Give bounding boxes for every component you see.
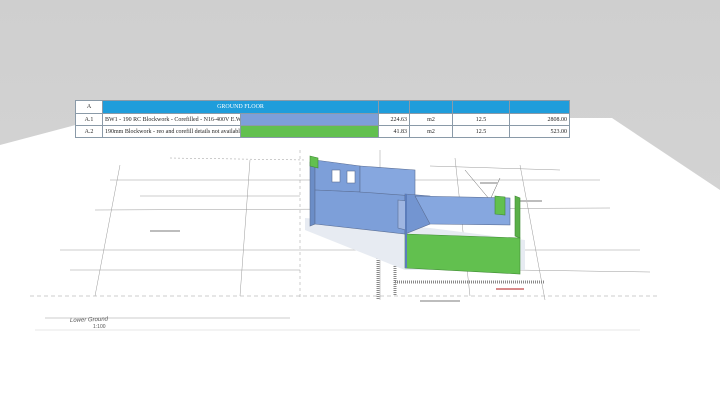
- window-opening: [346, 170, 356, 184]
- row-color-swatch: [240, 113, 379, 126]
- table-row[interactable]: A.2 190mm Blockwork - reo and corefill d…: [75, 125, 570, 138]
- table-header-row: A GROUND FLOOR: [75, 100, 570, 114]
- header-cell: [378, 100, 410, 114]
- row-total: 2808.00: [509, 113, 570, 126]
- row-quantity: 41.83: [378, 125, 410, 138]
- wall-green-small: [309, 155, 319, 169]
- row-description: BW1 - 190 RC Blockwork - Corefilled - N1…: [102, 113, 241, 126]
- model-scene[interactable]: [0, 0, 720, 405]
- header-cell: [409, 100, 453, 114]
- header-title: GROUND FLOOR: [102, 100, 379, 114]
- drawing-sheet-plane: [0, 118, 720, 405]
- row-total: 523.00: [509, 125, 570, 138]
- table-row[interactable]: A.1 BW1 - 190 RC Blockwork - Corefilled …: [75, 113, 570, 126]
- row-quantity: 224.63: [378, 113, 410, 126]
- wall-blue-left-face: [309, 159, 316, 227]
- row-code: A.2: [75, 125, 103, 138]
- wall-cut-edge: [405, 194, 407, 268]
- row-rate: 12.5: [452, 125, 510, 138]
- door-opening: [397, 199, 407, 231]
- window-opening: [331, 169, 341, 183]
- wall-green-pier: [494, 195, 506, 216]
- 3d-viewport[interactable]: A GROUND FLOOR A.1 BW1 - 190 RC Blockwor…: [0, 0, 720, 405]
- row-rate: 12.5: [452, 113, 510, 126]
- wall-green-front: [404, 233, 521, 275]
- header-cell: [452, 100, 510, 114]
- row-code: A.1: [75, 113, 103, 126]
- header-cell: [509, 100, 570, 114]
- row-unit: m2: [409, 125, 453, 138]
- row-description: 190mm Blockwork - reo and corefill detai…: [102, 125, 241, 138]
- row-color-swatch: [240, 125, 379, 138]
- header-code: A: [75, 100, 103, 114]
- wall-green-right-side: [514, 195, 521, 239]
- quantity-table: A GROUND FLOOR A.1 BW1 - 190 RC Blockwor…: [75, 100, 570, 138]
- wall-blue-top: [359, 165, 416, 197]
- row-unit: m2: [409, 113, 453, 126]
